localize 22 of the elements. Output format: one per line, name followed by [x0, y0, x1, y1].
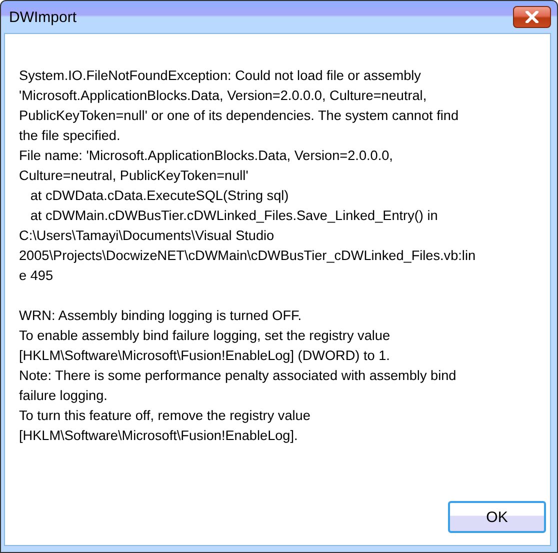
message-line: C:\Users\Tamayi\Documents\Visual Studio [19, 227, 276, 245]
message-line: e 495 [19, 267, 54, 285]
message-line: failure logging. [19, 387, 108, 405]
window-title: DWImport [9, 8, 76, 26]
message-line: the file specified. [19, 127, 122, 145]
message-line: To enable assembly bind failure logging, set the registry value [19, 327, 392, 345]
message-line: WRN: Assembly binding logging is turned OFF. [19, 307, 303, 325]
message-line: at cDWMain.cDWBusTier.cDWLinked_Files.Save_Linked_Entry() in [29, 207, 439, 225]
message-line: [HKLM\Software\Microsoft\Fusion!EnableLog] (DWORD) to 1. [19, 347, 391, 365]
message-line: 2005\Projects\DocwizeNET\cDWMain\cDWBusTier_cDWLinked_Files.vb:lin [19, 247, 477, 265]
message-line: Note: There is some performance penalty associated with assembly bind [19, 367, 458, 385]
message-line: To turn this feature off, remove the registry value [19, 407, 312, 425]
message-line: PublicKeyToken=null' or one of its dependencies. The system cannot find [19, 107, 460, 125]
message-line: System.IO.FileNotFoundException: Could not load file or assembly [19, 67, 422, 85]
message-line: 'Microsoft.ApplicationBlocks.Data, Version=2.0.0.0, Culture=neutral, [19, 87, 428, 105]
close-icon [525, 11, 539, 23]
message-line: at cDWData.cData.ExecuteSQL(String sql) [29, 187, 290, 205]
message-line: File name: 'Microsoft.ApplicationBlocks.Data, Version=2.0.0.0, [19, 147, 394, 165]
ok-button[interactable]: OK [448, 501, 546, 533]
message-line: Culture=neutral, PublicKeyToken=null' [19, 167, 250, 185]
message-line: [HKLM\Software\Microsoft\Fusion!EnableLog]. [19, 427, 299, 445]
close-button[interactable] [513, 6, 551, 28]
